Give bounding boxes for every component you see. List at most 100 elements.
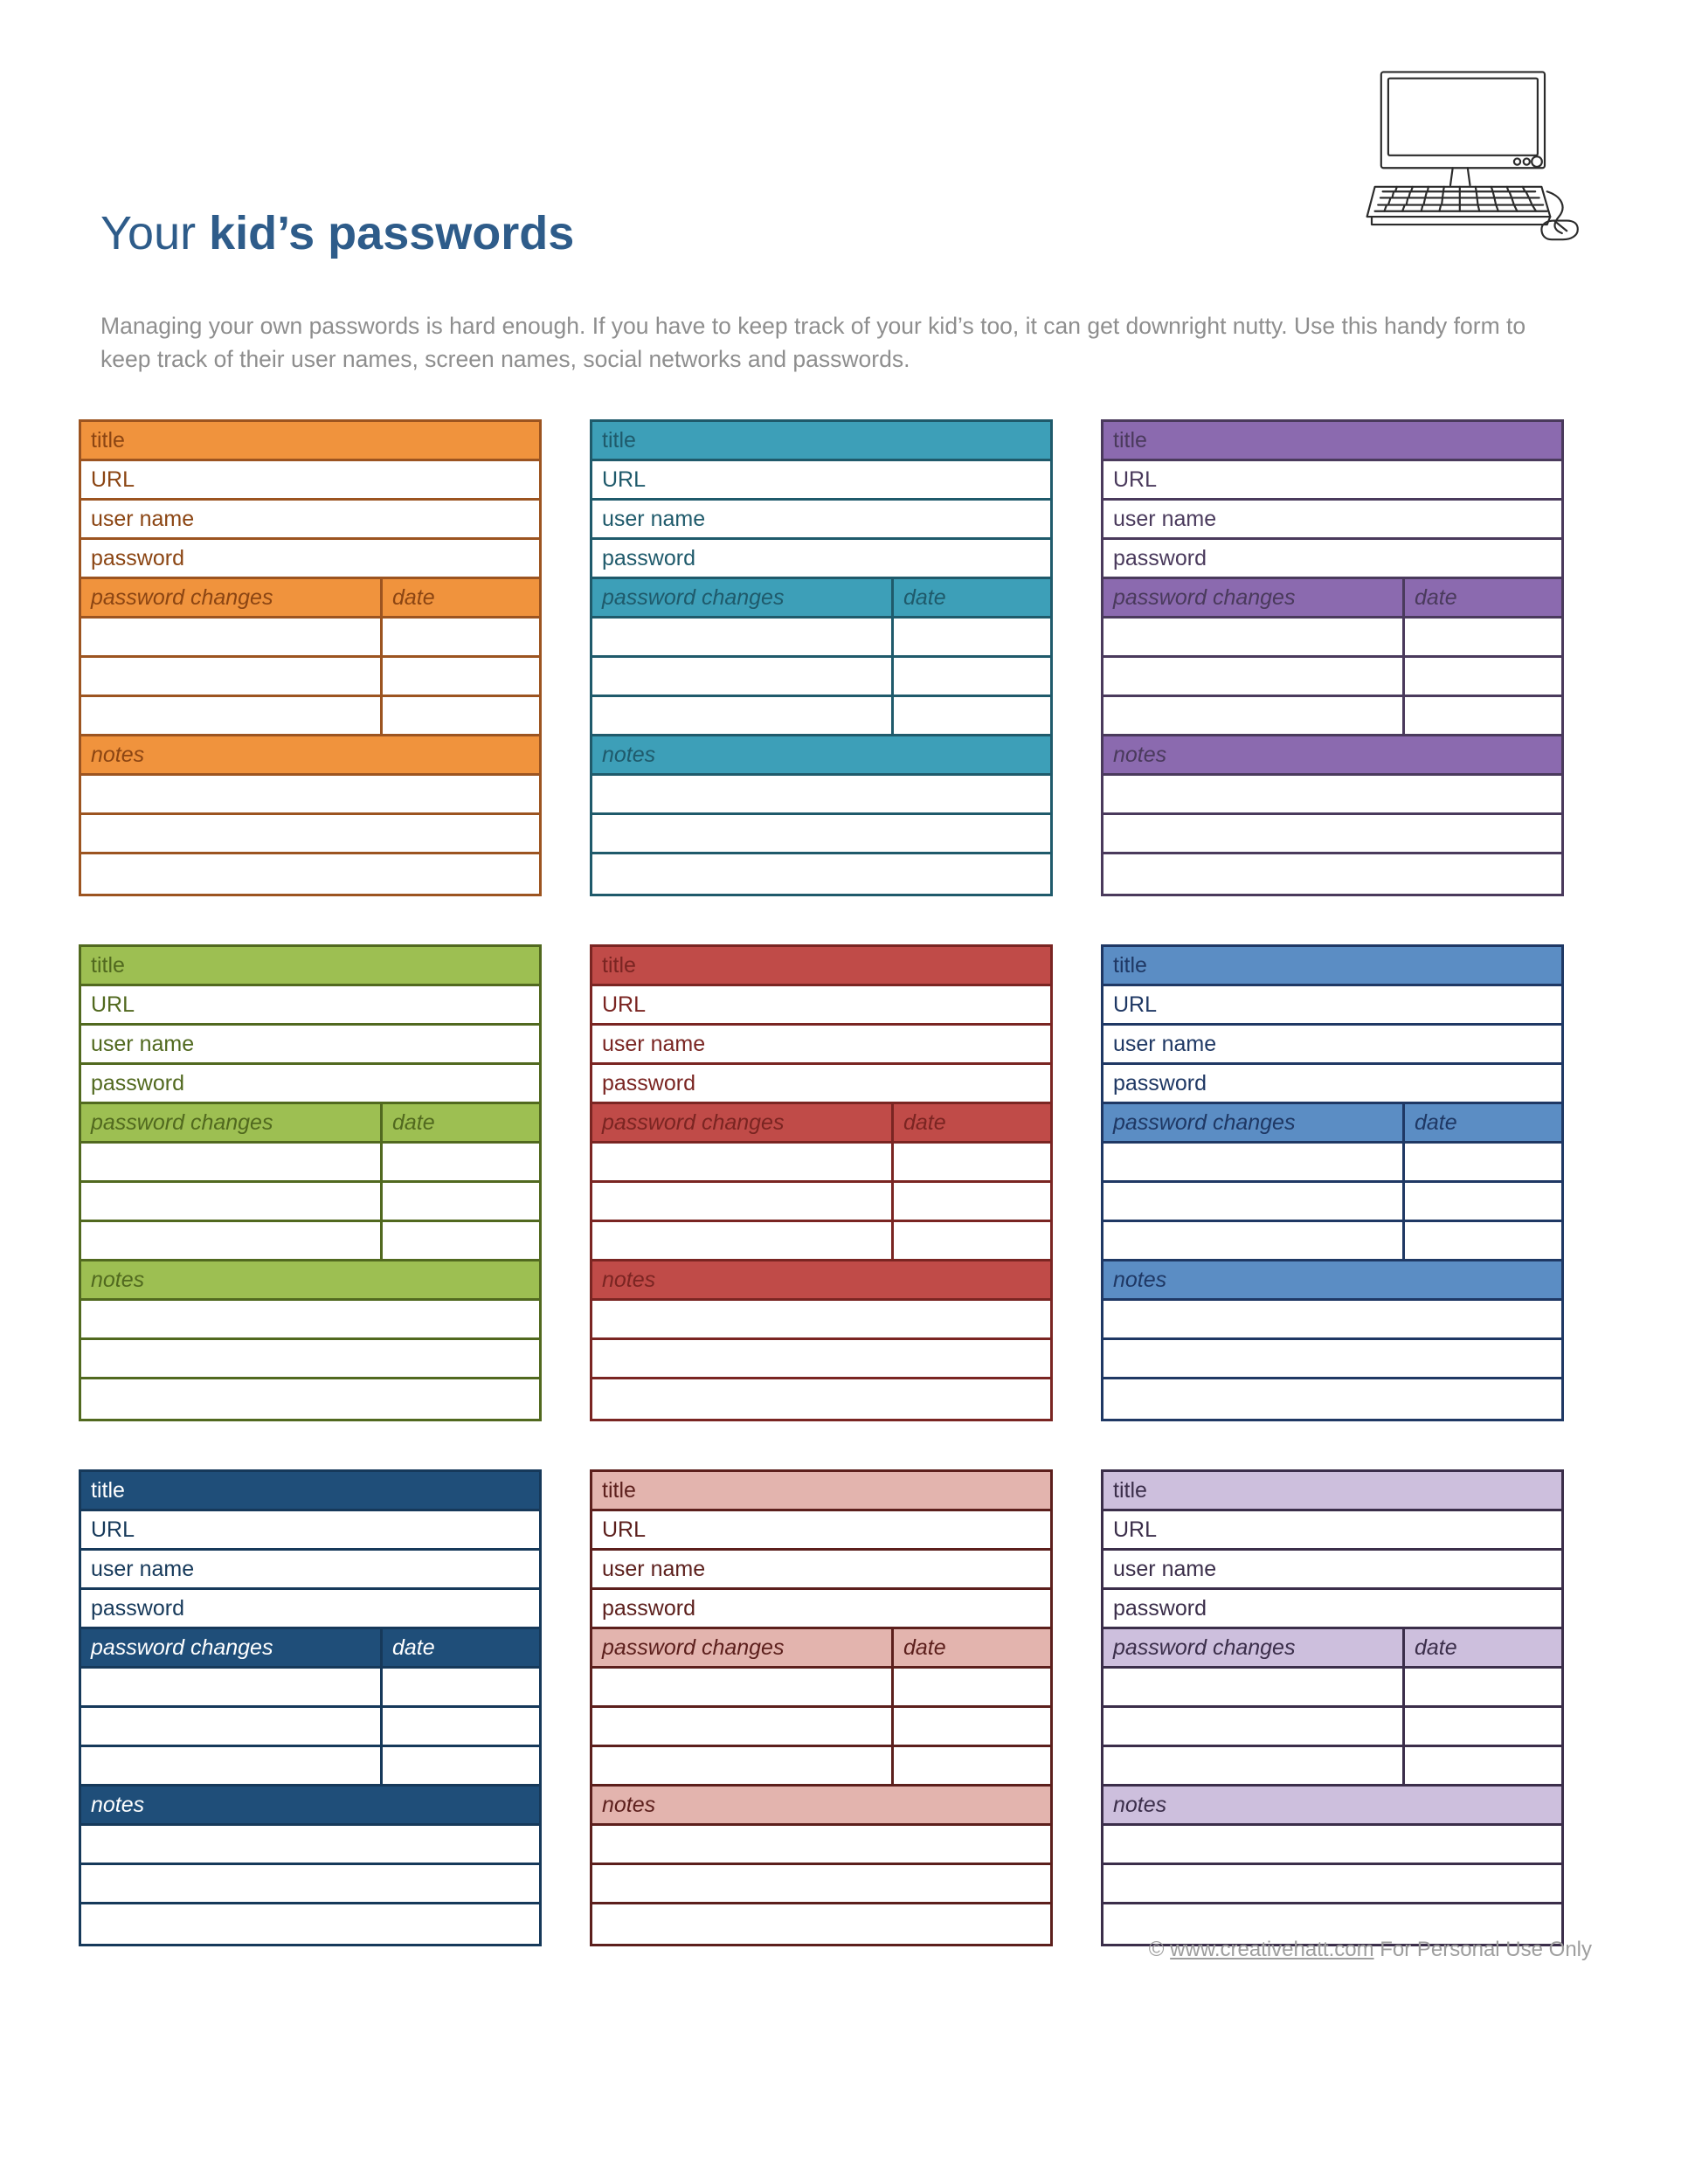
card-password-label[interactable]: password <box>592 1590 1050 1627</box>
card-change-date-input[interactable] <box>894 697 1050 734</box>
card-url-row[interactable]: URL <box>81 461 539 501</box>
card-change-entry-input[interactable] <box>592 697 894 734</box>
card-notes-input[interactable] <box>1103 1301 1561 1337</box>
card-change-entry-input[interactable] <box>81 658 383 695</box>
card-url-label[interactable]: URL <box>1103 986 1561 1023</box>
card-username-label[interactable]: user name <box>592 501 1050 537</box>
card-change-entry-input[interactable] <box>81 697 383 734</box>
card-password-row[interactable]: password <box>592 1065 1050 1104</box>
card-change-entry-input[interactable] <box>1103 697 1405 734</box>
card-username-row[interactable]: user name <box>1103 501 1561 540</box>
card-change-date-input[interactable] <box>894 658 1050 695</box>
card-notes-entry-row[interactable] <box>1103 1301 1561 1340</box>
card-username-label[interactable]: user name <box>81 1026 539 1062</box>
card-change-entry-input[interactable] <box>592 1144 894 1180</box>
card-change-date-input[interactable] <box>383 1222 539 1259</box>
card-notes-input[interactable] <box>81 1379 539 1419</box>
card-notes-input[interactable] <box>81 1904 539 1944</box>
card-password-row[interactable]: password <box>1103 1065 1561 1104</box>
card-url-row[interactable]: URL <box>592 1511 1050 1551</box>
card-username-label[interactable]: user name <box>81 501 539 537</box>
card-title-label[interactable]: title <box>1103 947 1561 984</box>
card-url-row[interactable]: URL <box>592 986 1050 1026</box>
card-username-label[interactable]: user name <box>1103 1551 1561 1587</box>
card-change-date-input[interactable] <box>1405 1708 1561 1745</box>
card-change-entry-row[interactable] <box>592 697 1050 736</box>
card-change-entry-row[interactable] <box>592 1747 1050 1787</box>
card-notes-entry-row[interactable] <box>1103 1379 1561 1419</box>
card-password-label[interactable]: password <box>81 540 539 577</box>
card-change-entry-row[interactable] <box>1103 1183 1561 1222</box>
card-notes-input[interactable] <box>592 776 1050 812</box>
card-password-row[interactable]: password <box>81 1065 539 1104</box>
card-title-label[interactable]: title <box>592 422 1050 459</box>
card-notes-input[interactable] <box>592 815 1050 852</box>
card-notes-entry-row[interactable] <box>592 1340 1050 1379</box>
card-change-entry-input[interactable] <box>81 1708 383 1745</box>
card-notes-entry-row[interactable] <box>1103 854 1561 894</box>
card-notes-input[interactable] <box>1103 854 1561 894</box>
card-change-entry-row[interactable] <box>81 619 539 658</box>
card-url-label[interactable]: URL <box>81 986 539 1023</box>
card-notes-entry-row[interactable] <box>1103 1826 1561 1865</box>
card-change-entry-input[interactable] <box>81 1747 383 1784</box>
card-change-entry-row[interactable] <box>1103 619 1561 658</box>
card-notes-input[interactable] <box>81 1340 539 1377</box>
card-title-row[interactable]: title <box>592 947 1050 986</box>
card-change-entry-row[interactable] <box>592 1144 1050 1183</box>
card-notes-input[interactable] <box>592 1301 1050 1337</box>
card-change-entry-row[interactable] <box>1103 1222 1561 1261</box>
card-password-label[interactable]: password <box>1103 1590 1561 1627</box>
card-change-date-input[interactable] <box>1405 1183 1561 1220</box>
card-url-label[interactable]: URL <box>1103 461 1561 498</box>
card-title-row[interactable]: title <box>592 1472 1050 1511</box>
card-change-date-input[interactable] <box>383 1144 539 1180</box>
card-change-date-input[interactable] <box>1405 1669 1561 1705</box>
card-username-row[interactable]: user name <box>81 1551 539 1590</box>
card-notes-input[interactable] <box>592 1340 1050 1377</box>
card-change-entry-input[interactable] <box>592 1708 894 1745</box>
card-change-entry-row[interactable] <box>592 658 1050 697</box>
card-change-date-input[interactable] <box>894 1222 1050 1259</box>
card-username-label[interactable]: user name <box>1103 1026 1561 1062</box>
card-url-label[interactable]: URL <box>592 1511 1050 1548</box>
card-change-date-input[interactable] <box>383 697 539 734</box>
card-change-date-input[interactable] <box>383 1708 539 1745</box>
card-change-entry-input[interactable] <box>81 1144 383 1180</box>
card-username-label[interactable]: user name <box>592 1551 1050 1587</box>
card-password-label[interactable]: password <box>592 540 1050 577</box>
card-change-date-input[interactable] <box>1405 1747 1561 1784</box>
card-notes-input[interactable] <box>1103 1340 1561 1377</box>
card-change-date-input[interactable] <box>894 1669 1050 1705</box>
card-change-date-input[interactable] <box>894 1144 1050 1180</box>
card-url-row[interactable]: URL <box>1103 1511 1561 1551</box>
card-username-label[interactable]: user name <box>592 1026 1050 1062</box>
card-change-entry-row[interactable] <box>1103 1144 1561 1183</box>
card-notes-entry-row[interactable] <box>81 854 539 894</box>
card-username-label[interactable]: user name <box>1103 501 1561 537</box>
card-title-row[interactable]: title <box>1103 1472 1561 1511</box>
card-notes-input[interactable] <box>592 1826 1050 1863</box>
card-title-row[interactable]: title <box>81 947 539 986</box>
card-change-entry-row[interactable] <box>81 658 539 697</box>
card-notes-entry-row[interactable] <box>81 1340 539 1379</box>
card-url-label[interactable]: URL <box>81 461 539 498</box>
card-change-entry-row[interactable] <box>592 1222 1050 1261</box>
card-change-entry-row[interactable] <box>81 1747 539 1787</box>
card-change-date-input[interactable] <box>383 1183 539 1220</box>
card-change-entry-input[interactable] <box>1103 1747 1405 1784</box>
card-change-date-input[interactable] <box>383 619 539 655</box>
card-notes-entry-row[interactable] <box>592 815 1050 854</box>
card-change-entry-row[interactable] <box>81 697 539 736</box>
card-notes-entry-row[interactable] <box>1103 815 1561 854</box>
card-url-label[interactable]: URL <box>592 461 1050 498</box>
card-change-entry-row[interactable] <box>1103 697 1561 736</box>
card-notes-input[interactable] <box>592 1865 1050 1902</box>
card-title-label[interactable]: title <box>81 422 539 459</box>
card-notes-input[interactable] <box>1103 815 1561 852</box>
card-notes-entry-row[interactable] <box>592 776 1050 815</box>
card-title-row[interactable]: title <box>1103 422 1561 461</box>
card-notes-entry-row[interactable] <box>592 1865 1050 1904</box>
card-password-label[interactable]: password <box>81 1065 539 1102</box>
card-title-label[interactable]: title <box>592 947 1050 984</box>
